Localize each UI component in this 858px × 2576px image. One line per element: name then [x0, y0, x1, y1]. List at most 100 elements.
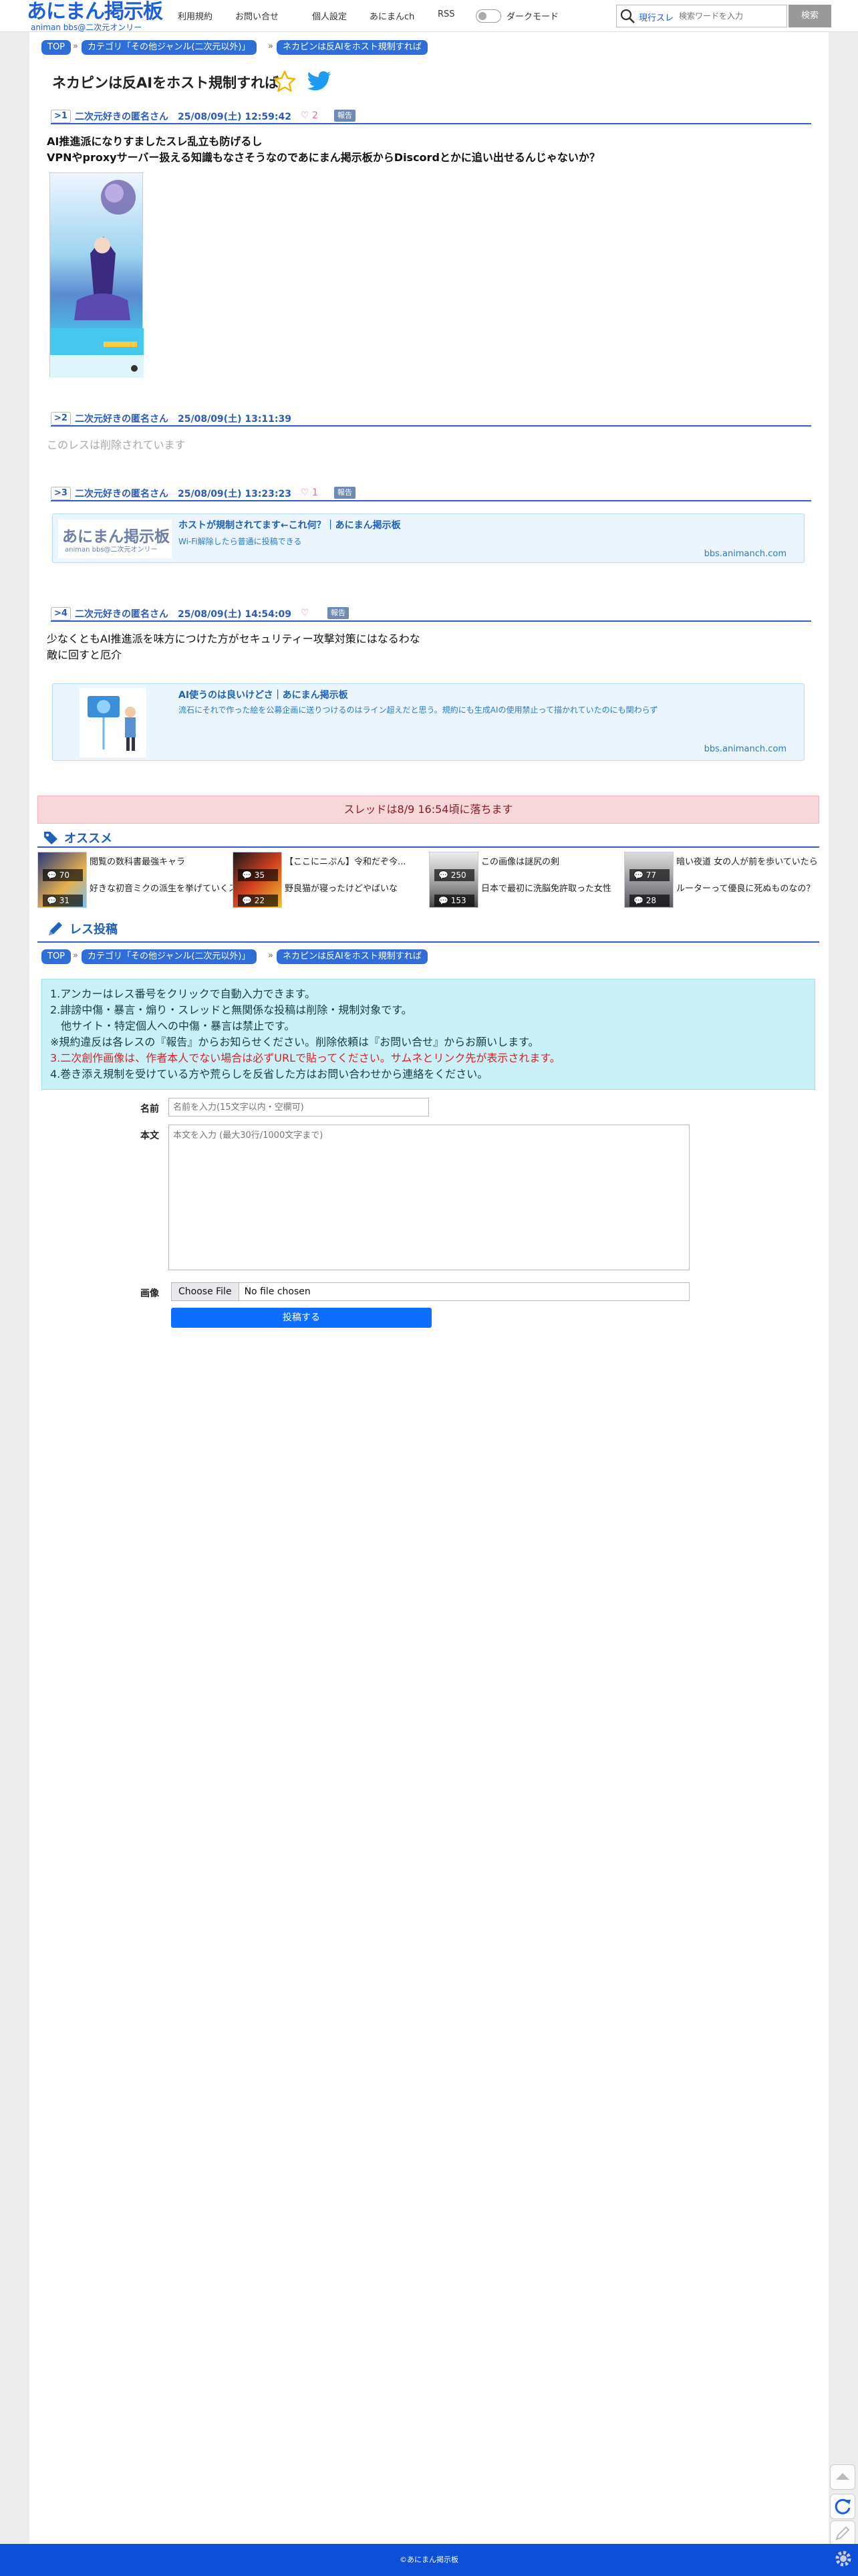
- card-logo-title: あにまん掲示板: [62, 528, 170, 546]
- breadcrumb-top[interactable]: TOP: [41, 40, 72, 55]
- recommend-item[interactable]: 💬 250 💬 153 この画像は謎尻の剣 日本で最初に洗脳免許取った女性: [429, 852, 623, 908]
- scroll-top-button[interactable]: [830, 2464, 855, 2490]
- like-count: 1: [312, 487, 318, 498]
- post-number[interactable]: >3: [51, 487, 71, 500]
- image-label: 画像: [140, 1288, 159, 1299]
- breadcrumb-separator: »: [268, 41, 273, 51]
- recommend-title: 暗い夜道 女の人が前を歩いていたら: [676, 857, 818, 867]
- nav-animanch[interactable]: あにまんch: [370, 9, 414, 22]
- post-header: >2 二次元好きの匿名さん 25/08/09(土) 13:11:39: [51, 412, 811, 427]
- like-button[interactable]: ♡: [301, 608, 309, 618]
- post-author: 二次元好きの匿名さん 25/08/09(土) 14:54:09: [75, 609, 291, 620]
- breadcrumb-category[interactable]: カテゴリ「その他ジャンル(二次元以外)」: [82, 40, 257, 55]
- card-domain: bbs.animanch.com: [704, 549, 786, 559]
- breadcrumb-separator: »: [268, 951, 273, 961]
- card-description: Wi-Fi解除したら普通に投稿できる: [178, 537, 302, 546]
- like-button[interactable]: ♡ 2: [301, 110, 318, 121]
- footer-copyright: ©あにまん掲示板: [400, 2555, 458, 2564]
- post-author: 二次元好きの匿名さん 25/08/09(土) 13:11:39: [75, 414, 291, 425]
- post-body: AI推進派になりすましたスレ乱立も防げるし VPNやproxyサーバー扱える知識…: [47, 134, 600, 166]
- post-author: 二次元好きの匿名さん 25/08/09(土) 12:59:42: [75, 112, 291, 122]
- deleted-post-notice: このレスは削除されています: [47, 439, 186, 451]
- breadcrumb-top[interactable]: TOP: [41, 949, 72, 964]
- search-input[interactable]: [679, 7, 784, 25]
- report-button[interactable]: 報告: [327, 607, 349, 619]
- site-logo[interactable]: あにまん掲示板 animan bbs@二次元オンリー: [27, 0, 167, 33]
- rule-line-warning: 3.二次創作画像は、作者本人でない場合は必ずURLで貼ってください。サムネとリン…: [50, 1052, 561, 1064]
- dark-mode-toggle[interactable]: [476, 9, 501, 23]
- thread-expiry-alert: スレッドは8/9 16:54頃に落ちます: [37, 796, 819, 824]
- nav-terms[interactable]: 利用規約: [178, 9, 212, 22]
- recommend-heading: オススメ: [64, 832, 112, 846]
- body-textarea[interactable]: [168, 1125, 690, 1270]
- report-button[interactable]: 報告: [334, 487, 355, 499]
- post-form-heading: レス投稿: [69, 923, 118, 937]
- search-icon[interactable]: [619, 7, 636, 25]
- like-button[interactable]: ♡ 1: [301, 487, 318, 498]
- post-number[interactable]: >2: [51, 412, 71, 425]
- search-scope-select[interactable]: 現行スレ: [639, 11, 674, 23]
- breadcrumb-thread[interactable]: ネカピンは反AIをホスト規制すれば: [277, 40, 428, 55]
- recommend-title: 好きな初音ミクの派生を挙げていくスレ: [90, 884, 247, 894]
- section-divider: [37, 846, 819, 848]
- file-input[interactable]: Choose File No file chosen: [171, 1282, 690, 1301]
- breadcrumb-separator: »: [73, 41, 78, 51]
- recommend-item[interactable]: 💬 70 💬 31 閲覧の数科書最強キャラ 好きな初音ミクの派生を挙げていくスレ: [37, 852, 246, 908]
- post-header: >3 二次元好きの匿名さん 25/08/09(土) 13:23:23 ♡ 1 報…: [51, 487, 811, 501]
- dark-mode-label: ダークモード: [507, 12, 559, 22]
- recommend-item[interactable]: 💬 77 💬 28 暗い夜道 女の人が前を歩いていたら ルーターって優良に死ぬも…: [624, 852, 818, 908]
- reload-button[interactable]: [830, 2494, 855, 2519]
- card-logo-subtitle: animan bbs@二次元オンリー: [65, 546, 158, 554]
- link-preview-card[interactable]: あにまん掲示板 animan bbs@二次元オンリー ホストが規制されてます←こ…: [52, 513, 805, 563]
- nav-contact[interactable]: お問い合せ: [235, 9, 279, 22]
- recommend-title: 閲覧の数科書最強キャラ: [90, 857, 186, 867]
- tag-icon: [44, 832, 57, 844]
- name-label: 名前: [140, 1104, 159, 1115]
- rule-line: 2.誹謗中傷・暴言・煽り・スレッドと無関係な投稿は削除・規制対象です。: [50, 1004, 412, 1016]
- post-image-thumbnail[interactable]: [49, 172, 144, 378]
- write-button[interactable]: [830, 2521, 855, 2546]
- rule-line: 他サイト・特定個人への中傷・暴言は禁止です。: [50, 1020, 295, 1032]
- post-number[interactable]: >1: [51, 110, 71, 123]
- nav-settings[interactable]: 個人設定: [312, 9, 347, 22]
- post-number[interactable]: >4: [51, 607, 71, 620]
- post-body: 少なくともAI推進派を味方につけた方がセキュリティー攻撃対策にはなるわな 敵に回…: [47, 631, 420, 663]
- rule-line: ※規約違反は各レスの『報告』からお知らせください。削除依頼は『お問い合せ』からお…: [50, 1036, 539, 1048]
- recommend-item[interactable]: 💬 35 💬 22 【ここにニぷん】令和だぞ今... 野良猫が寝ったけどやばいな: [233, 852, 426, 908]
- section-divider: [37, 941, 819, 943]
- comment-count: 💬 153: [434, 895, 474, 907]
- breadcrumb-category[interactable]: カテゴリ「その他ジャンル(二次元以外)」: [82, 949, 257, 964]
- file-status: No file chosen: [244, 1286, 311, 1297]
- submit-button[interactable]: 投稿する: [171, 1308, 432, 1328]
- toggle-knob: [478, 12, 486, 20]
- pencil-icon: [49, 922, 62, 935]
- choose-file-button[interactable]: Choose File: [172, 1283, 239, 1300]
- name-input[interactable]: [168, 1098, 429, 1117]
- comment-count: 💬 77: [629, 869, 670, 881]
- post-author: 二次元好きの匿名さん 25/08/09(土) 13:23:23: [75, 489, 291, 499]
- card-domain: bbs.animanch.com: [704, 744, 786, 754]
- card-thumbnail-illustration: [80, 688, 146, 757]
- search-button[interactable]: 検索: [789, 5, 831, 27]
- favorite-star-icon[interactable]: [273, 70, 297, 94]
- logo-title: あにまん掲示板: [27, 0, 163, 23]
- nav-rss[interactable]: RSS: [438, 9, 455, 19]
- comment-count: 💬 70: [43, 869, 83, 881]
- comment-count: 💬 250: [434, 869, 474, 881]
- comment-count: 💬 22: [238, 895, 278, 907]
- gear-icon[interactable]: [831, 2547, 855, 2571]
- edit-icon: [835, 2526, 850, 2541]
- reload-icon: [835, 2498, 851, 2514]
- rule-line: 4.巻き添え規制を受けている方や荒らしを反省した方はお問い合わせから連絡をくださ…: [50, 1068, 488, 1080]
- breadcrumb-thread[interactable]: ネカピンは反AIをホスト規制すれば: [277, 949, 428, 964]
- site-footer: ©あにまん掲示板: [0, 2544, 858, 2576]
- link-preview-card[interactable]: AI使うのは良いけどさ｜あにまん掲示板 流石にそれで作った絵を公募企画に送りつけ…: [52, 683, 805, 761]
- recommend-title: 【ここにニぷん】令和だぞ今...: [285, 857, 406, 867]
- twitter-share-icon[interactable]: [307, 71, 331, 92]
- post-line: VPNやproxyサーバー扱える知識もなさそうなのであにまん掲示板からDisco…: [47, 151, 600, 164]
- card-description: 流石にそれで作った絵を公募企画に送りつけるのはライン超えだと思う。規約にも生成A…: [178, 705, 658, 715]
- body-label: 本文: [140, 1131, 159, 1141]
- breadcrumb-separator: »: [73, 951, 78, 961]
- post-line: 敵に回すと厄介: [47, 649, 122, 661]
- report-button[interactable]: 報告: [334, 110, 355, 122]
